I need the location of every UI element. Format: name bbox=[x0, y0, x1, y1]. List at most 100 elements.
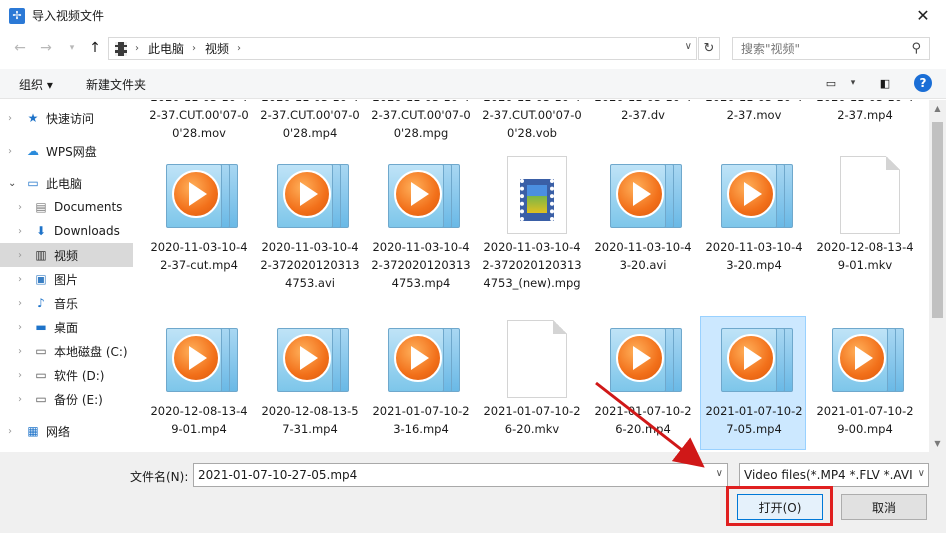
chevron-right-icon[interactable]: › bbox=[18, 346, 28, 357]
file-name: 2020-12-08-13-49-01.mkv bbox=[816, 240, 914, 272]
file-item[interactable]: 2021-01-07-10-26-20.mkv bbox=[480, 318, 584, 438]
file-type-select[interactable]: Video files(*.MP4 *.FLV *.AVI ∨ bbox=[739, 463, 929, 487]
file-name: 2020-11-03-10-42-37.CUT.00'07-00'28.mpg bbox=[371, 100, 471, 140]
file-name: 2020-11-03-10-42-3720201203134753.avi bbox=[260, 240, 360, 290]
sidebar-item-drive-e[interactable]: › ▭ 备份 (E:) bbox=[0, 387, 133, 411]
chevron-right-icon[interactable]: › bbox=[18, 250, 28, 261]
chevron-right-icon[interactable]: › bbox=[18, 394, 28, 405]
search-input[interactable]: 搜索"视频" ⚲ bbox=[732, 37, 930, 60]
breadcrumb-this-pc[interactable]: 此电脑 bbox=[148, 40, 184, 57]
refresh-button[interactable]: ↻ bbox=[698, 37, 720, 60]
up-arrow-icon[interactable]: ↑ bbox=[85, 38, 105, 58]
file-item[interactable]: 2021-01-07-10-29-00.mp4 bbox=[813, 318, 917, 438]
file-item[interactable]: 2020-11-03-10-42-37.CUT.00'07-00'28.mpg bbox=[369, 100, 473, 142]
file-item[interactable]: 2020-12-08-13-49-01.mkv bbox=[813, 154, 917, 274]
chevron-right-icon[interactable]: › bbox=[18, 298, 28, 309]
file-name-input[interactable]: 2021-01-07-10-27-05.mp4 ∨ bbox=[193, 463, 728, 487]
command-toolbar: 组织 ▾ 新建文件夹 ▭ ▾ ◧ ? bbox=[0, 69, 946, 99]
help-icon[interactable]: ? bbox=[914, 74, 932, 92]
file-item[interactable]: 2020-11-03-10-43-20.avi bbox=[591, 154, 695, 274]
sidebar-item-quick-access[interactable]: › ★ 快速访问 bbox=[0, 106, 133, 130]
sidebar-label: WPS网盘 bbox=[46, 144, 97, 159]
forward-arrow-icon[interactable]: → bbox=[36, 38, 56, 58]
vertical-scrollbar[interactable]: ▲ ▼ bbox=[929, 100, 946, 452]
view-mode-icon[interactable]: ▭ bbox=[822, 75, 840, 91]
file-item[interactable]: 2020-11-03-10-42-37-cut.mp4 bbox=[147, 154, 251, 274]
organize-menu[interactable]: 组织 ▾ bbox=[19, 76, 53, 93]
back-arrow-icon[interactable]: ← bbox=[10, 38, 30, 58]
file-item[interactable]: 2020-11-03-10-42-37.CUT.00'07-00'28.vob bbox=[480, 100, 584, 142]
sidebar-item-network[interactable]: › ▦ 网络 bbox=[0, 419, 133, 443]
sidebar-item-wps-cloud[interactable]: › ☁ WPS网盘 bbox=[0, 139, 133, 163]
file-item[interactable]: 2020-11-03-10-42-37.mov bbox=[702, 100, 806, 124]
file-name-value: 2021-01-07-10-27-05.mp4 bbox=[198, 468, 358, 482]
sidebar-label: 视频 bbox=[54, 248, 79, 263]
sidebar-item-music[interactable]: › ♪ 音乐 bbox=[0, 291, 133, 315]
sidebar-item-pictures[interactable]: › ▣ 图片 bbox=[0, 267, 133, 291]
recent-dropdown-icon[interactable]: ▾ bbox=[62, 38, 82, 58]
file-item[interactable]: 2020-11-03-10-43-20.mp4 bbox=[702, 154, 806, 274]
video-file-icon bbox=[493, 154, 571, 238]
sidebar-item-drive-d[interactable]: › ▭ 软件 (D:) bbox=[0, 363, 133, 387]
file-item[interactable]: 2020-11-03-10-42-3720201203134753.mp4 bbox=[369, 154, 473, 292]
sidebar-item-downloads[interactable]: › ⬇ Downloads bbox=[0, 219, 133, 243]
file-list: 2020-11-03-10-42-37.CUT.00'07-00'28.mov 2… bbox=[139, 100, 929, 452]
address-bar[interactable]: › 此电脑 › 视频 › ∨ bbox=[108, 37, 697, 60]
cancel-button[interactable]: 取消 bbox=[841, 494, 927, 520]
file-item[interactable]: 2020-11-03-10-42-37.CUT.00'07-00'28.mov bbox=[147, 100, 251, 142]
chevron-right-icon[interactable]: › bbox=[18, 202, 28, 213]
sidebar-label: 图片 bbox=[54, 272, 79, 287]
file-item[interactable]: 2021-01-07-10-23-16.mp4 bbox=[369, 318, 473, 438]
media-file-icon bbox=[826, 318, 904, 402]
media-file-icon bbox=[382, 318, 460, 402]
file-name: 2020-11-03-10-42-37-cut.mp4 bbox=[150, 240, 248, 272]
file-item[interactable]: 2020-12-08-13-49-01.mp4 bbox=[147, 318, 251, 438]
chevron-right-icon[interactable]: › bbox=[18, 274, 28, 285]
view-dropdown-icon[interactable]: ▾ bbox=[844, 75, 862, 91]
close-button[interactable]: ✕ bbox=[900, 0, 946, 31]
file-item[interactable]: 2020-11-03-10-42-37.mp4 bbox=[813, 100, 917, 124]
scroll-down-icon[interactable]: ▼ bbox=[929, 435, 946, 452]
scroll-up-icon[interactable]: ▲ bbox=[929, 100, 946, 117]
chevron-right-icon[interactable]: › bbox=[8, 146, 18, 157]
chevron-down-icon[interactable]: ∨ bbox=[917, 468, 925, 479]
chevron-down-icon[interactable]: ⌄ bbox=[8, 178, 18, 189]
chevron-right-icon[interactable]: › bbox=[18, 226, 28, 237]
chevron-down-icon[interactable]: ∨ bbox=[716, 468, 723, 479]
scrollbar-thumb[interactable] bbox=[932, 122, 943, 318]
sidebar-label: 桌面 bbox=[54, 320, 79, 335]
sidebar-item-documents[interactable]: › ▤ Documents bbox=[0, 195, 133, 219]
file-item[interactable]: 2021-01-07-10-26-20.mp4 bbox=[591, 318, 695, 438]
file-item[interactable]: 2020-11-03-10-42-3720201203134753.avi bbox=[258, 154, 362, 292]
chevron-right-icon[interactable]: › bbox=[18, 322, 28, 333]
media-file-icon bbox=[271, 318, 349, 402]
preview-pane-icon[interactable]: ◧ bbox=[876, 75, 894, 91]
sidebar-item-drive-c[interactable]: › ▭ 本地磁盘 (C:) bbox=[0, 339, 133, 363]
new-folder-button[interactable]: 新建文件夹 bbox=[86, 76, 146, 93]
sidebar-label: 本地磁盘 (C:) bbox=[54, 344, 128, 359]
sidebar-item-this-pc[interactable]: ⌄ ▭ 此电脑 bbox=[0, 171, 133, 195]
file-item[interactable]: 2020-11-03-10-42-37.dv bbox=[591, 100, 695, 124]
video-folder-icon bbox=[115, 41, 127, 56]
file-name: 2020-11-03-10-42-37.CUT.00'07-00'28.mp4 bbox=[260, 100, 360, 140]
media-file-icon bbox=[715, 154, 793, 238]
file-item[interactable]: 2020-12-08-13-57-31.mp4 bbox=[258, 318, 362, 438]
file-item[interactable]: 2020-11-03-10-42-37.CUT.00'07-00'28.mp4 bbox=[258, 100, 362, 142]
breadcrumb-videos[interactable]: 视频 bbox=[205, 40, 229, 57]
app-icon: ✢ bbox=[9, 7, 25, 24]
drive-icon: ▭ bbox=[35, 392, 47, 406]
sidebar-label: 音乐 bbox=[54, 296, 79, 311]
sidebar-item-desktop[interactable]: › ▬ 桌面 bbox=[0, 315, 133, 339]
media-file-icon bbox=[382, 154, 460, 238]
media-file-icon bbox=[604, 318, 682, 402]
file-item[interactable]: 2020-11-03-10-42-3720201203134753_(new).… bbox=[480, 154, 584, 292]
file-name: 2020-11-03-10-42-3720201203134753.mp4 bbox=[371, 240, 471, 290]
chevron-right-icon[interactable]: › bbox=[18, 370, 28, 381]
chevron-right-icon[interactable]: › bbox=[8, 113, 18, 124]
file-item[interactable]: 2021-01-07-10-27-05.mp4 bbox=[700, 316, 806, 450]
sidebar-item-videos[interactable]: › ▥ 视频 bbox=[0, 243, 133, 267]
network-icon: ▦ bbox=[27, 424, 39, 438]
chevron-right-icon[interactable]: › bbox=[8, 426, 18, 437]
chevron-down-icon[interactable]: ∨ bbox=[685, 41, 692, 52]
search-icon: ⚲ bbox=[911, 41, 921, 56]
